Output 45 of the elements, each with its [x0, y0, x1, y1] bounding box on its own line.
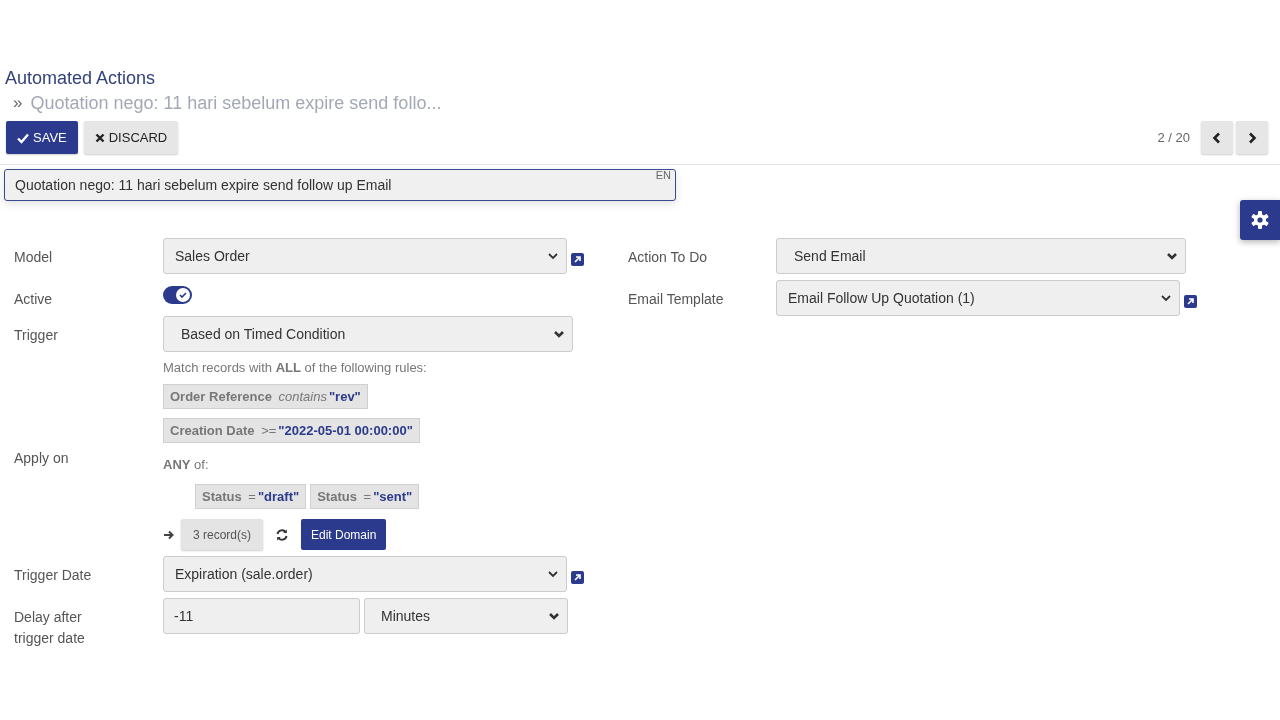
field-label: Apply on [14, 449, 70, 468]
field-label: Action To Do [628, 248, 709, 267]
breadcrumb-separator: » [13, 93, 23, 113]
field-label: Delay after trigger date [14, 608, 86, 648]
select-field[interactable]: Expiration (sale.order) [163, 556, 567, 592]
pager-value: 2 / 20 [1157, 130, 1190, 145]
previous-button[interactable] [1201, 121, 1233, 154]
chevron-right-icon [1247, 131, 1257, 144]
edit-domain-button[interactable]: Edit Domain [301, 519, 387, 550]
any-label: ANY of: [163, 457, 210, 472]
chevron-down-icon [549, 612, 559, 620]
check-icon [17, 131, 29, 144]
breadcrumb-current: Quotation nego: 11 hari sebelum expire send follo... [30, 92, 442, 115]
select-field[interactable]: Email Follow Up Quotation (1) [776, 280, 1180, 316]
field-label: Trigger [14, 326, 59, 345]
check-icon [178, 290, 188, 300]
next-button[interactable] [1236, 121, 1268, 154]
select-field[interactable]: Sales Order [163, 238, 567, 274]
chevron-left-icon [1212, 131, 1222, 144]
breadcrumb-link[interactable]: Automated Actions [5, 66, 156, 90]
name-field[interactable]: Quotation nego: 11 hari sebelum expire send follow up Email EN [4, 169, 676, 201]
select-field[interactable]: Based on Timed Condition [163, 316, 573, 352]
language-tag[interactable]: EN [655, 169, 671, 181]
records-count-button[interactable]: 3 record(s) [181, 519, 263, 550]
chevron-down-icon [548, 252, 558, 260]
toggle-switch[interactable] [163, 286, 192, 304]
settings-button[interactable] [1240, 200, 1280, 240]
chevron-down-icon [548, 570, 558, 578]
arrow-right-icon [163, 528, 175, 541]
field-label: Email Template [628, 290, 725, 309]
domain-description: Match records with ALL of the following rules: [163, 360, 428, 375]
number-field[interactable]: -11 [163, 598, 360, 634]
gear-icon [1250, 210, 1270, 230]
refresh-icon [275, 527, 289, 542]
save-button[interactable]: SAVE [6, 121, 78, 154]
select-field[interactable]: Minutes [364, 598, 568, 634]
close-icon [94, 132, 105, 143]
discard-button[interactable]: DISCARD [83, 121, 179, 154]
select-field[interactable]: Send Email [776, 238, 1186, 274]
field-label: Model [14, 248, 54, 267]
chevron-down-icon [1167, 252, 1177, 260]
chevron-down-icon [1161, 294, 1171, 302]
field-label: Trigger Date [14, 566, 93, 585]
chevron-down-icon [554, 330, 564, 338]
field-label: Active [14, 290, 54, 309]
